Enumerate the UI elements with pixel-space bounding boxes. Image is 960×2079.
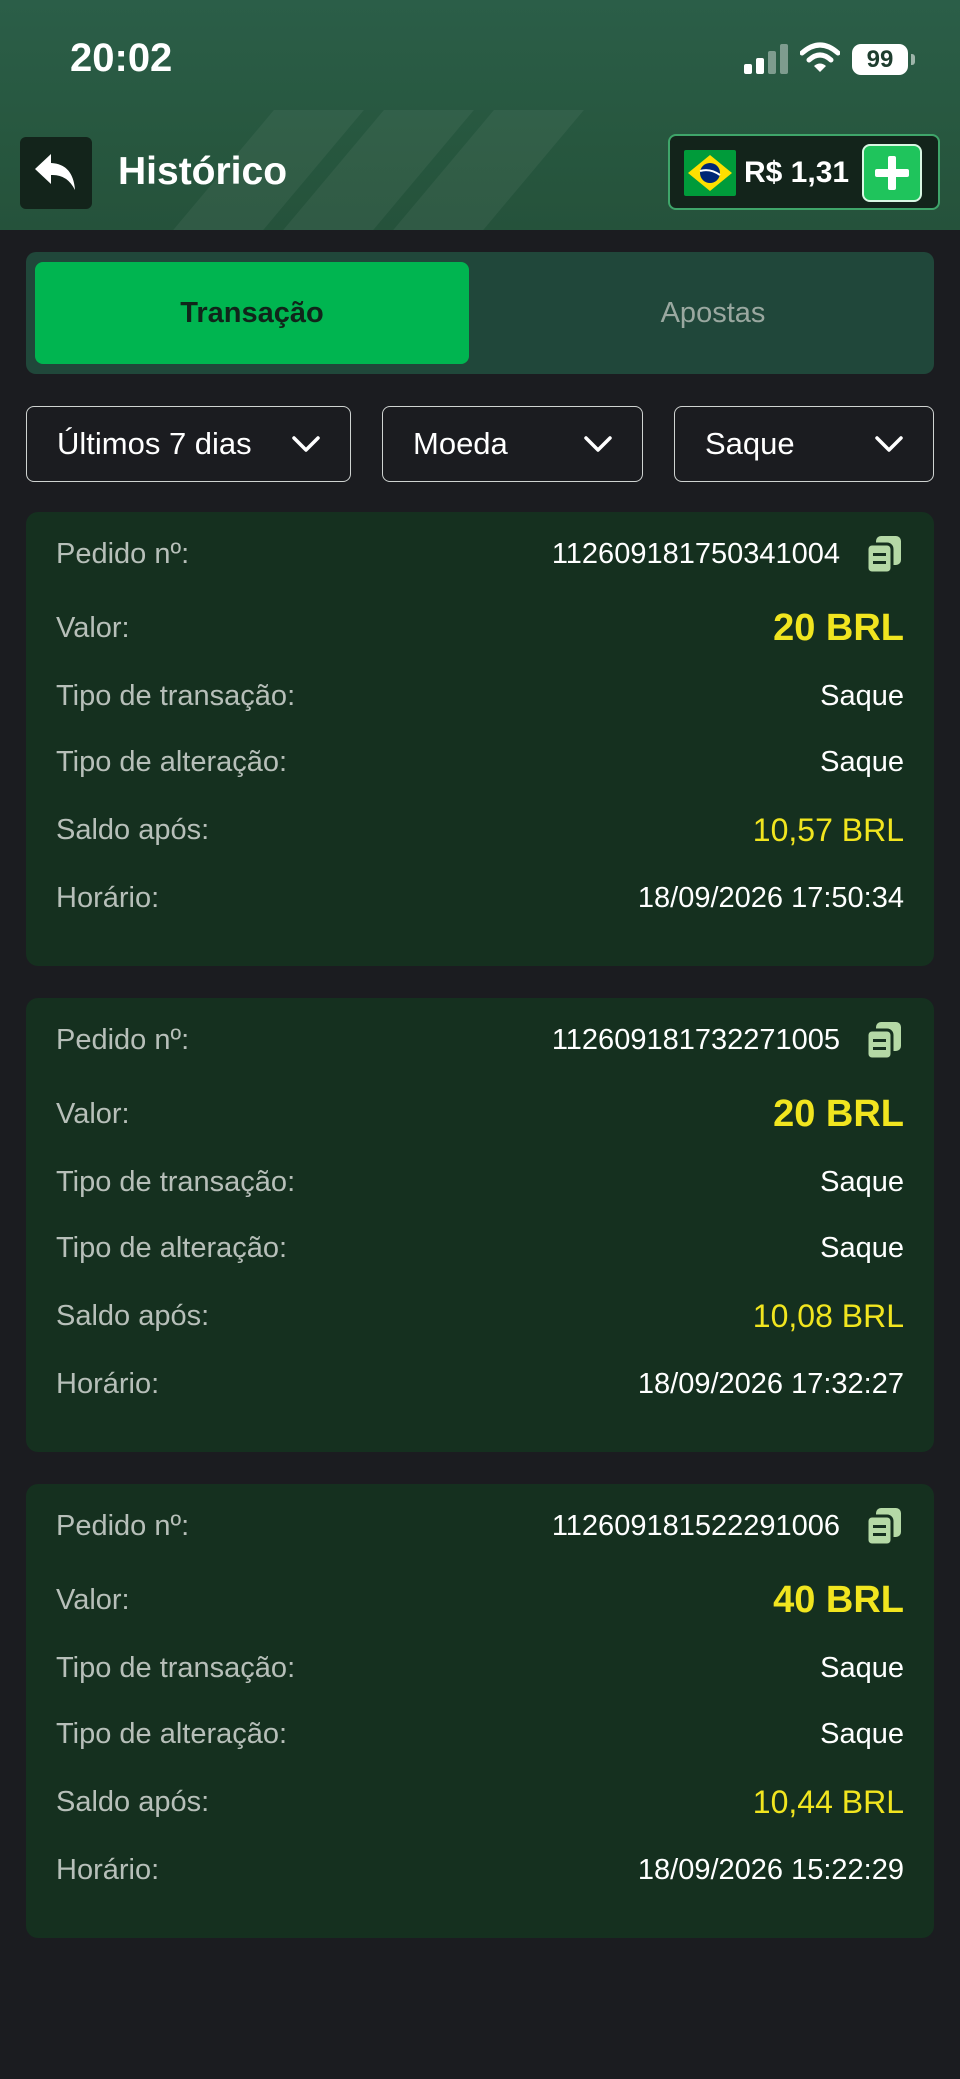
filter-currency-label: Moeda	[413, 426, 508, 461]
change-type-value: Saque	[820, 1231, 904, 1264]
filter-type-dropdown[interactable]: Saque	[674, 406, 934, 482]
brazil-flag-icon	[684, 150, 736, 196]
cellular-signal-icon	[744, 44, 788, 74]
value-label: Valor:	[56, 1583, 130, 1616]
page-title: Histórico	[118, 150, 288, 193]
change-type-value: Saque	[820, 745, 904, 778]
chevron-down-icon	[584, 436, 612, 452]
time-label: Horário:	[56, 881, 160, 914]
back-arrow-icon	[35, 154, 75, 190]
status-time: 20:02	[70, 36, 173, 80]
balance-after-label: Saldo após:	[56, 813, 210, 846]
back-button[interactable]	[20, 137, 92, 209]
order-number-text: 112609181522291006	[551, 1509, 840, 1542]
balance-after-label: Saldo após:	[56, 1299, 210, 1332]
order-number-text: 112609181732271005	[551, 1023, 840, 1056]
order-number: 112609181750341004	[552, 534, 904, 574]
tab-transacao[interactable]: Transação	[35, 262, 469, 364]
balance-after-value: 10,08 BRL	[752, 1297, 904, 1334]
transaction-card: Pedido nº: 112609181522291006 Valor: 40 …	[26, 1484, 934, 1938]
change-type-label: Tipo de alteração:	[56, 745, 288, 778]
app-header: 20:02 99 Histórico R$ 1,31	[0, 0, 960, 230]
balance-after-value: 10,44 BRL	[752, 1783, 904, 1820]
balance-amount: R$ 1,31	[744, 156, 850, 189]
transaction-time: 18/09/2026 17:32:27	[637, 1367, 904, 1400]
order-label: Pedido nº:	[56, 1509, 190, 1542]
filter-type-label: Saque	[705, 426, 795, 461]
chevron-down-icon	[292, 436, 320, 452]
copy-icon[interactable]	[864, 1506, 904, 1546]
filter-period-label: Últimos 7 dias	[57, 426, 252, 461]
order-number: 112609181522291006	[552, 1506, 904, 1546]
deposit-add-button[interactable]	[862, 144, 922, 202]
transaction-time: 18/09/2026 17:50:34	[637, 881, 904, 914]
filter-currency-dropdown[interactable]: Moeda	[382, 406, 643, 482]
battery-indicator: 99	[852, 44, 908, 75]
order-number: 112609181732271005	[552, 1020, 904, 1060]
order-label: Pedido nº:	[56, 537, 190, 570]
value-label: Valor:	[56, 1097, 130, 1130]
transaction-card: Pedido nº: 112609181750341004 Valor: 20 …	[26, 512, 934, 966]
wifi-icon	[800, 42, 840, 72]
status-bar: 20:02 99	[0, 0, 960, 120]
copy-icon[interactable]	[864, 1020, 904, 1060]
copy-icon[interactable]	[864, 534, 904, 574]
value-label: Valor:	[56, 611, 130, 644]
battery-tip	[911, 54, 915, 65]
battery-level: 99	[866, 45, 894, 73]
transaction-amount: 40 BRL	[773, 1578, 904, 1621]
order-number-text: 112609181750341004	[551, 537, 840, 570]
transaction-type-value: Saque	[820, 1651, 904, 1684]
balance-after-label: Saldo após:	[56, 1785, 210, 1818]
transaction-type-value: Saque	[820, 1165, 904, 1198]
transaction-type-label: Tipo de transação:	[56, 1651, 296, 1684]
transaction-type-label: Tipo de transação:	[56, 679, 296, 712]
transaction-type-label: Tipo de transação:	[56, 1165, 296, 1198]
change-type-label: Tipo de alteração:	[56, 1231, 288, 1264]
transaction-type-value: Saque	[820, 679, 904, 712]
chevron-down-icon	[875, 436, 903, 452]
time-label: Horário:	[56, 1367, 160, 1400]
plus-icon	[875, 156, 909, 190]
transaction-amount: 20 BRL	[773, 606, 904, 649]
time-label: Horário:	[56, 1853, 160, 1886]
tab-apostas[interactable]: Apostas	[496, 262, 930, 364]
change-type-value: Saque	[820, 1717, 904, 1750]
transaction-card: Pedido nº: 112609181732271005 Valor: 20 …	[26, 998, 934, 1452]
transaction-amount: 20 BRL	[773, 1092, 904, 1135]
balance-after-value: 10,57 BRL	[752, 811, 904, 848]
change-type-label: Tipo de alteração:	[56, 1717, 288, 1750]
wallet-balance[interactable]: R$ 1,31	[668, 134, 940, 210]
order-label: Pedido nº:	[56, 1023, 190, 1056]
transaction-time: 18/09/2026 15:22:29	[637, 1853, 904, 1886]
history-tabs: Transação Apostas	[26, 252, 934, 374]
filter-period-dropdown[interactable]: Últimos 7 dias	[26, 406, 351, 482]
